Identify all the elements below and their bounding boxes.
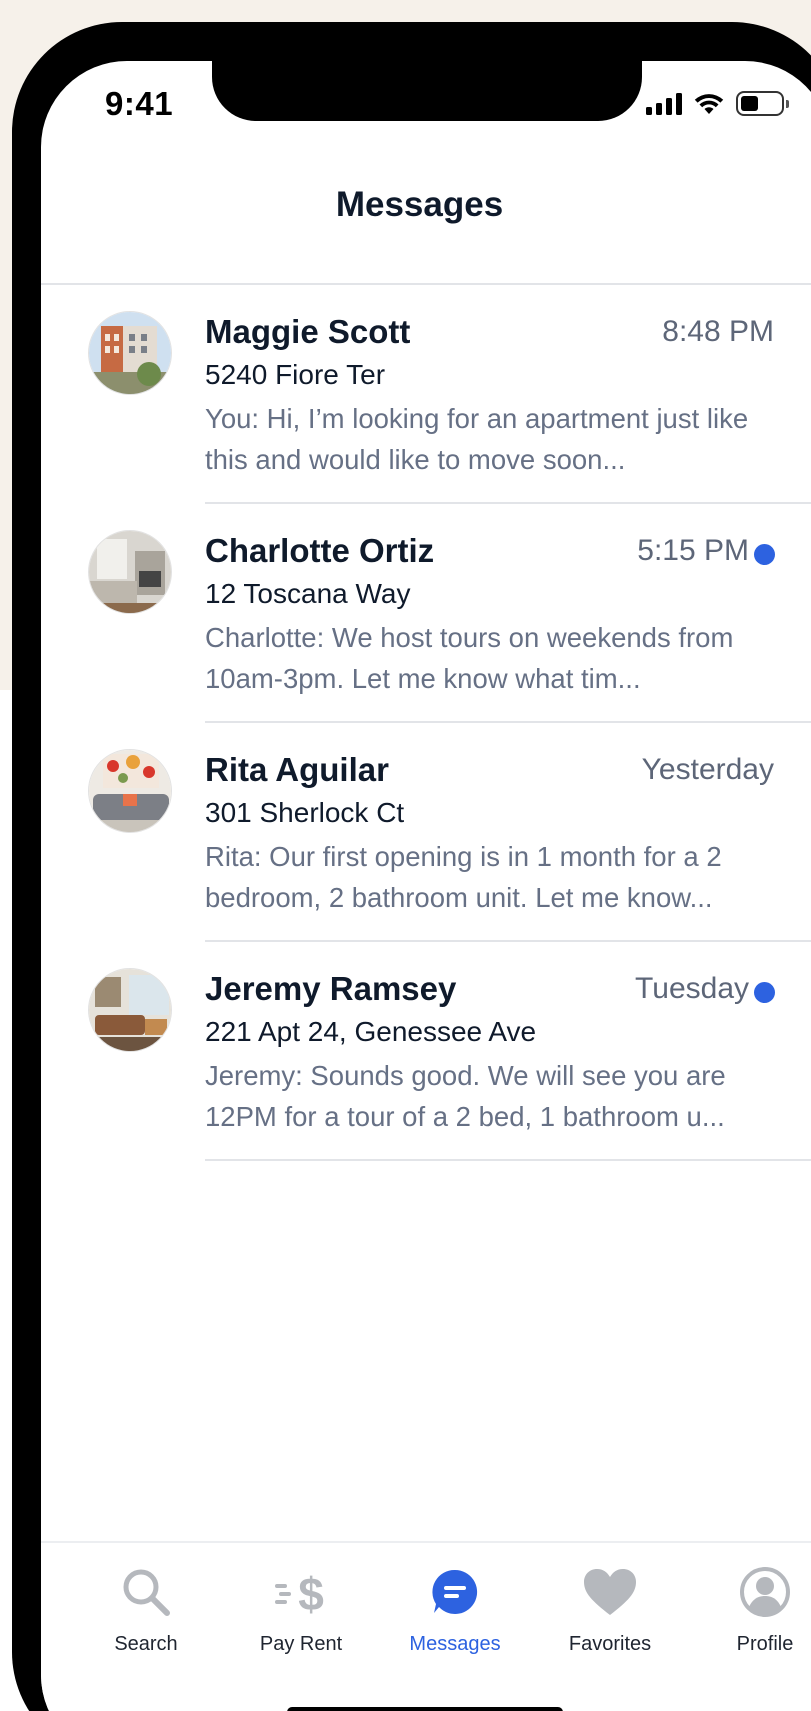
message-preview: Jeremy: Sounds good. We will see you are… — [205, 1060, 726, 1132]
message-time: Tuesday — [635, 972, 749, 1005]
heart-icon — [584, 1569, 636, 1615]
contact-name: Jeremy Ramsey — [205, 970, 457, 1007]
unread-indicator — [754, 982, 775, 1003]
message-item-maggie-scott[interactable]: Maggie Scott 8:48 PM 5240 Fiore Ter You:… — [41, 285, 811, 504]
property-address: 12 Toscana Way — [205, 578, 411, 609]
battery-icon — [736, 91, 789, 116]
message-item-jeremy-ramsey[interactable]: Jeremy Ramsey Tuesday 221 Apt 24, Geness… — [41, 942, 811, 1161]
property-address: 5240 Fiore Ter — [205, 359, 386, 390]
profile-icon — [740, 1567, 790, 1617]
phone-frame: 9:41 Messages Maggie Scott 8:48 PM 5240 … — [12, 22, 811, 1711]
notch — [212, 61, 642, 121]
message-list: Maggie Scott 8:48 PM 5240 Fiore Ter You:… — [41, 285, 811, 1161]
message-time: 5:15 PM — [637, 534, 749, 567]
messages-icon — [432, 1569, 478, 1614]
wifi-icon — [694, 93, 724, 114]
message-time: Yesterday — [641, 753, 774, 786]
message-item-rita-aguilar[interactable]: Rita Aguilar Yesterday 301 Sherlock Ct R… — [41, 723, 811, 942]
message-preview: You: Hi, I’m looking for an apartment ju… — [205, 403, 749, 475]
message-time: 8:48 PM — [662, 315, 774, 348]
tab-pay-rent[interactable]: $ Pay Rent — [226, 1561, 376, 1656]
tab-bar: Search $ Pay Rent Messages Favorites Pro… — [41, 1541, 811, 1711]
avatar — [88, 311, 172, 395]
pay-rent-icon: $ — [275, 1568, 324, 1618]
tab-label: Profile — [736, 1633, 794, 1655]
property-address: 301 Sherlock Ct — [205, 797, 405, 828]
svg-text:$: $ — [298, 1568, 324, 1618]
message-preview: Charlotte: We host tours on weekends fro… — [205, 622, 734, 694]
avatar — [88, 749, 172, 833]
tab-search[interactable]: Search — [71, 1561, 221, 1656]
app-screen: 9:41 Messages Maggie Scott 8:48 PM 5240 … — [41, 61, 811, 1711]
cellular-signal-icon — [646, 92, 682, 115]
contact-name: Rita Aguilar — [205, 751, 389, 788]
tab-profile[interactable]: Profile — [690, 1561, 811, 1656]
home-indicator[interactable] — [287, 1707, 563, 1711]
contact-name: Maggie Scott — [205, 313, 411, 350]
tab-messages[interactable]: Messages — [380, 1561, 530, 1656]
page-title: Messages — [335, 185, 504, 224]
tab-label: Search — [114, 1633, 178, 1655]
message-preview: Rita: Our first opening is in 1 month fo… — [205, 841, 722, 913]
avatar — [88, 530, 172, 614]
item-divider — [205, 1159, 811, 1161]
contact-name: Charlotte Ortiz — [205, 532, 435, 569]
property-address: 221 Apt 24, Genessee Ave — [205, 1016, 537, 1047]
tab-label: Favorites — [568, 1633, 652, 1655]
message-item-charlotte-ortiz[interactable]: Charlotte Ortiz 5:15 PM 12 Toscana Way C… — [41, 504, 811, 723]
status-icons — [646, 91, 789, 116]
tab-favorites[interactable]: Favorites — [535, 1561, 685, 1656]
tab-label: Messages — [409, 1633, 501, 1655]
avatar — [88, 968, 172, 1052]
tab-label: Pay Rent — [259, 1633, 343, 1655]
status-time: 9:41 — [105, 85, 174, 122]
unread-indicator — [754, 544, 775, 565]
search-icon — [123, 1569, 170, 1616]
